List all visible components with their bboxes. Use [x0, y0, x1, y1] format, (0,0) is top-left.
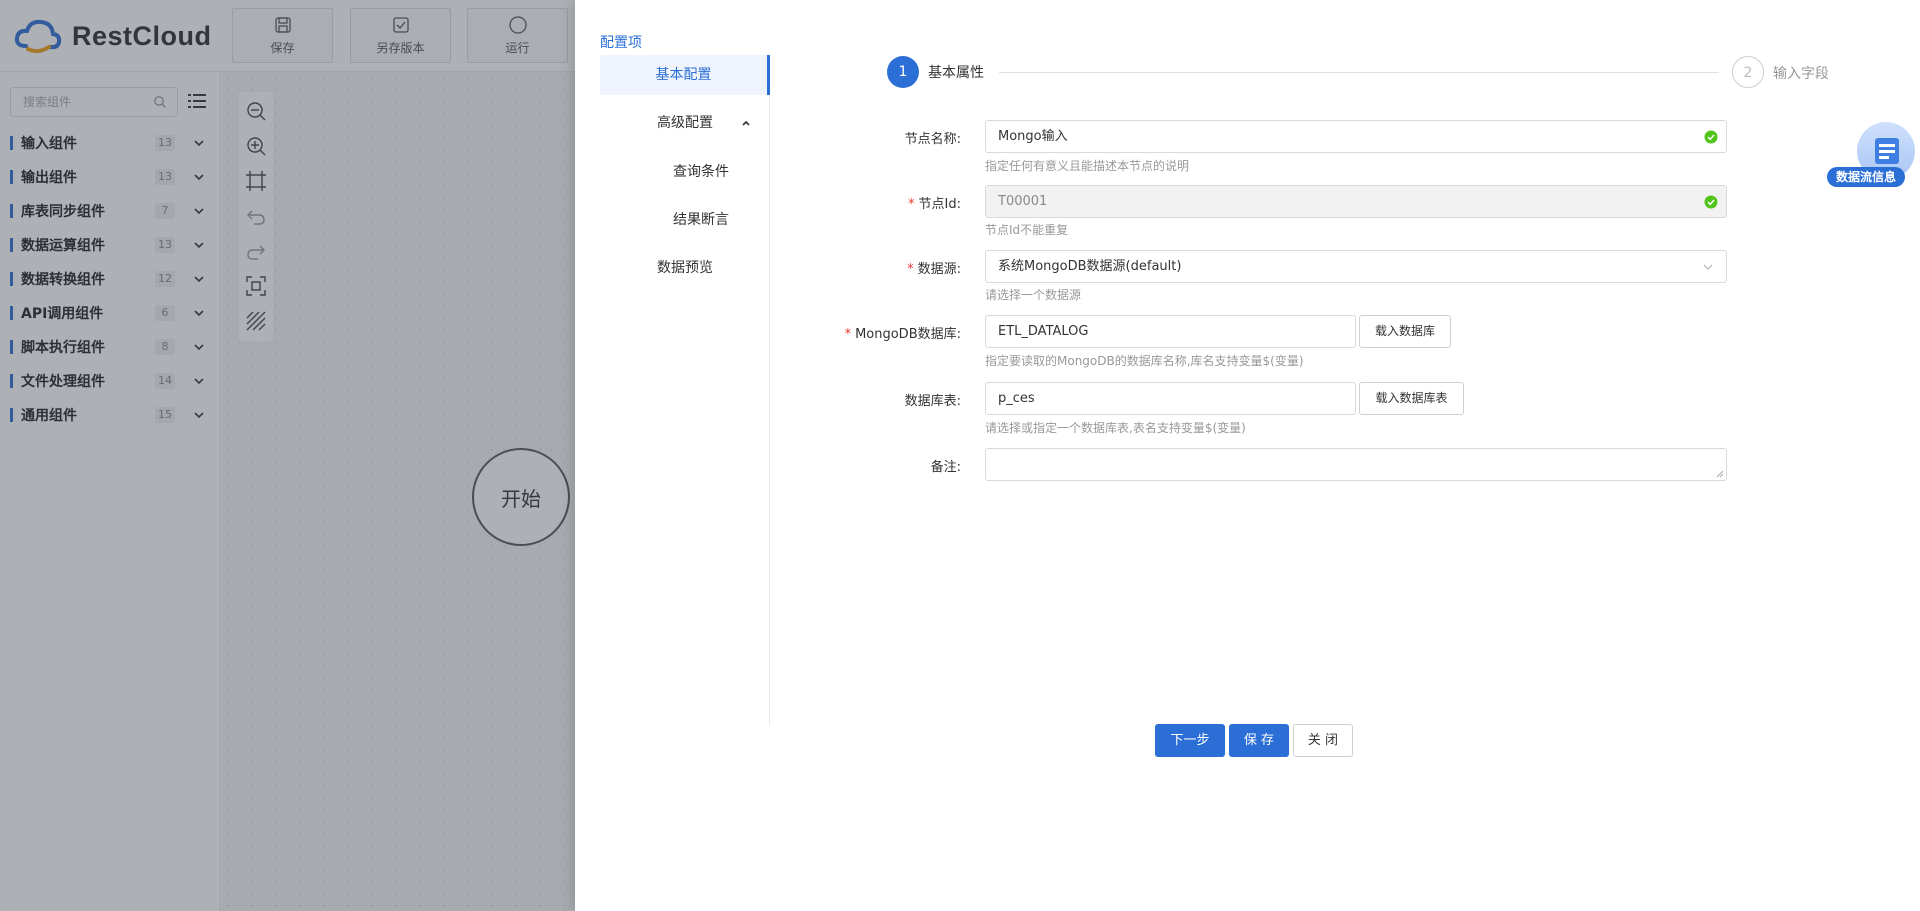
- datasource-hint: 请选择一个数据源: [985, 288, 1082, 302]
- steps-bar: 1 基本属性 2 输入字段: [887, 56, 1847, 88]
- nav-query-label: 查询条件: [673, 164, 729, 180]
- datasource-label: 数据源:: [917, 262, 961, 277]
- nav-preview-label: 数据预览: [657, 260, 713, 276]
- data-flow-info-widget[interactable]: 数据流信息: [1827, 122, 1920, 190]
- step-1-label[interactable]: 基本属性: [928, 62, 984, 82]
- datasource-select[interactable]: 系统MongoDB数据源(default): [985, 250, 1727, 283]
- table-input[interactable]: p_ces: [985, 382, 1356, 415]
- step-divider: [999, 72, 1719, 73]
- nav-advanced-label: 高级配置: [657, 115, 713, 131]
- chevron-down-icon: [1703, 264, 1713, 270]
- close-button[interactable]: 关 闭: [1293, 724, 1353, 757]
- modal-mask[interactable]: [0, 0, 575, 911]
- table-value: p_ces: [998, 391, 1035, 406]
- mongodb-hint: 指定要读取的MongoDB的数据库名称,库名支持变量$(变量): [985, 354, 1304, 368]
- data-flow-icon: [1875, 138, 1899, 164]
- nav-assert-label: 结果断言: [673, 212, 729, 228]
- step-1-circle[interactable]: 1: [887, 56, 919, 88]
- nav-basic-config[interactable]: 基本配置: [600, 55, 770, 95]
- next-step-button[interactable]: 下一步: [1155, 724, 1225, 757]
- config-drawer: 配置项 基本配置 高级配置 查询条件 结果断言 数据预览 1 基本属性 2 输入…: [575, 0, 1920, 911]
- mongodb-label-wrap: * MongoDB数据库:: [721, 323, 961, 342]
- required-mark: *: [844, 327, 852, 342]
- config-title: 配置项: [600, 35, 642, 51]
- node-name-value: Mongo输入: [998, 129, 1068, 144]
- resize-handle-icon[interactable]: [1716, 470, 1724, 478]
- node-name-input[interactable]: Mongo输入: [985, 120, 1727, 153]
- load-database-button[interactable]: 载入数据库: [1359, 315, 1451, 348]
- required-mark: *: [908, 197, 915, 212]
- datasource-label-wrap: * 数据源:: [721, 258, 961, 277]
- flow-info-label: 数据流信息: [1827, 167, 1906, 187]
- node-id-input[interactable]: T00001: [985, 185, 1727, 218]
- remark-label: 备注:: [930, 460, 961, 475]
- node-name-label-wrap: 节点名称:: [721, 128, 961, 147]
- node-id-value: T00001: [998, 194, 1048, 209]
- node-name-label: 节点名称:: [904, 132, 961, 147]
- node-id-label-wrap: * 节点Id:: [721, 193, 961, 212]
- save-button[interactable]: 保 存: [1229, 724, 1289, 757]
- step-2-label[interactable]: 输入字段: [1773, 63, 1829, 83]
- check-circle-icon: [1704, 130, 1718, 144]
- datasource-value: 系统MongoDB数据源(default): [998, 259, 1182, 274]
- load-table-button[interactable]: 载入数据库表: [1359, 382, 1464, 415]
- step-2-circle[interactable]: 2: [1732, 56, 1764, 88]
- remark-label-wrap: 备注:: [721, 456, 961, 475]
- mongodb-label: MongoDB数据库:: [855, 327, 961, 342]
- node-id-label: 节点Id:: [918, 197, 961, 212]
- remark-textarea[interactable]: [985, 448, 1727, 481]
- node-name-hint: 指定任何有意义且能描述本节点的说明: [985, 159, 1190, 173]
- required-mark: *: [907, 262, 914, 277]
- nav-basic-label: 基本配置: [655, 67, 712, 83]
- table-label-wrap: 数据库表:: [721, 390, 961, 409]
- node-id-hint: 节点Id不能重复: [985, 223, 1069, 237]
- table-hint: 请选择或指定一个数据库表,表名支持变量$(变量): [985, 421, 1246, 435]
- mongodb-value: ETL_DATALOG: [998, 324, 1089, 339]
- mongodb-input[interactable]: ETL_DATALOG: [985, 315, 1356, 348]
- check-circle-icon: [1704, 195, 1718, 209]
- table-label: 数据库表:: [904, 394, 961, 409]
- nav-query-conditions[interactable]: 查询条件: [600, 152, 770, 192]
